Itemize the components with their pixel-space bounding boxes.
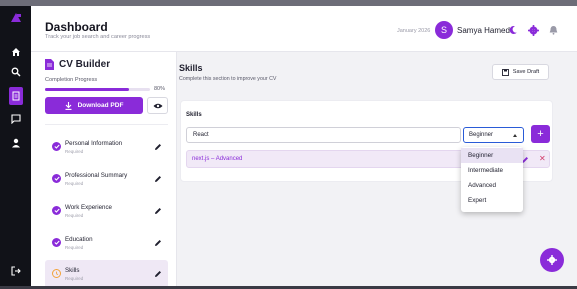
download-pdf-label: Download PDF bbox=[77, 102, 124, 109]
step-label: Personal Information bbox=[65, 140, 123, 147]
pencil-icon[interactable] bbox=[154, 175, 162, 183]
check-icon bbox=[52, 206, 61, 215]
step-label: Skills bbox=[65, 267, 80, 274]
logout-icon[interactable] bbox=[0, 262, 31, 280]
completion-percent: 80% bbox=[154, 86, 166, 92]
page-title: Dashboard bbox=[45, 20, 108, 34]
check-icon bbox=[52, 174, 61, 183]
moon-icon[interactable] bbox=[507, 24, 519, 36]
page-subtitle: Track your job search and career progres… bbox=[45, 34, 151, 40]
completion-progress-bar bbox=[45, 88, 150, 91]
cv-builder-label: CV Builder bbox=[59, 59, 111, 70]
home-icon[interactable] bbox=[0, 43, 31, 61]
skill-input[interactable]: React bbox=[186, 127, 461, 143]
level-option-intermediate[interactable]: Intermediate bbox=[461, 163, 523, 178]
step-status: Required bbox=[65, 181, 84, 186]
pencil-icon[interactable] bbox=[154, 239, 162, 247]
date-label: January 2026 bbox=[397, 28, 431, 34]
download-pdf-button[interactable]: Download PDF bbox=[45, 97, 143, 114]
level-select-value: Beginner bbox=[469, 132, 494, 138]
step-status: Required bbox=[65, 213, 84, 218]
search-icon[interactable] bbox=[0, 63, 31, 81]
eye-icon bbox=[153, 103, 162, 108]
pencil-icon[interactable] bbox=[154, 207, 162, 215]
level-option-advanced[interactable]: Advanced bbox=[461, 178, 523, 193]
page-header: Dashboard Track your job search and care… bbox=[31, 6, 577, 52]
user-icon[interactable] bbox=[0, 134, 31, 152]
user-name[interactable]: Samya Hamed bbox=[457, 26, 510, 35]
level-option-expert[interactable]: Expert bbox=[461, 193, 523, 208]
pencil-icon[interactable] bbox=[154, 143, 162, 151]
step-status: Required bbox=[65, 245, 84, 250]
delete-icon[interactable]: ✕ bbox=[539, 154, 546, 163]
skill-level: Advanced bbox=[215, 156, 243, 162]
document-icon bbox=[45, 59, 54, 70]
bell-icon[interactable] bbox=[547, 24, 559, 36]
section-subtitle: Complete this section to improve your CV bbox=[179, 76, 277, 82]
step-personal-information[interactable]: Personal Information Required bbox=[45, 133, 168, 161]
skill-name: next.js bbox=[192, 156, 210, 162]
step-label: Professional Summary bbox=[65, 172, 128, 179]
chat-icon[interactable] bbox=[0, 110, 31, 128]
cv-builder-panel: CV Builder Completion Progress 80% Downl… bbox=[31, 52, 177, 288]
level-select[interactable]: Beginner bbox=[463, 127, 524, 143]
settings-fab[interactable] bbox=[540, 248, 564, 272]
skill-entry: next.js – Advanced bbox=[192, 156, 242, 162]
avatar[interactable]: S bbox=[435, 21, 453, 39]
section-title: Skills bbox=[179, 63, 203, 73]
completion-progress-fill bbox=[45, 88, 129, 91]
download-icon bbox=[65, 101, 72, 110]
step-status: Required bbox=[65, 149, 84, 154]
pencil-icon[interactable] bbox=[154, 270, 162, 278]
step-label: Work Experience bbox=[65, 204, 112, 211]
pending-icon bbox=[52, 269, 61, 278]
step-education[interactable]: Education Required bbox=[45, 229, 168, 257]
skills-field-label: Skills bbox=[186, 112, 202, 118]
app-logo-icon[interactable] bbox=[0, 9, 31, 27]
plus-icon: + bbox=[537, 128, 544, 140]
divider bbox=[45, 124, 168, 125]
icon-rail bbox=[0, 6, 31, 286]
cv-builder-title: CV Builder bbox=[45, 59, 110, 70]
step-professional-summary[interactable]: Professional Summary Required bbox=[45, 165, 168, 193]
step-status: Required bbox=[65, 276, 84, 281]
level-option-beginner[interactable]: Beginner bbox=[461, 148, 523, 163]
preview-button[interactable] bbox=[147, 97, 168, 114]
settings-icon[interactable] bbox=[527, 24, 539, 36]
chevron-up-icon bbox=[513, 134, 517, 137]
save-icon bbox=[501, 68, 509, 76]
gear-icon bbox=[547, 255, 557, 265]
document-icon[interactable] bbox=[9, 87, 23, 105]
step-label: Education bbox=[65, 236, 93, 243]
save-draft-button[interactable]: Save Draft bbox=[492, 64, 549, 80]
completion-label: Completion Progress bbox=[45, 77, 98, 83]
check-icon bbox=[52, 142, 61, 151]
check-icon bbox=[52, 238, 61, 247]
level-dropdown-menu: Beginner Intermediate Advanced Expert bbox=[461, 147, 523, 212]
add-skill-button[interactable]: + bbox=[531, 125, 550, 143]
step-work-experience[interactable]: Work Experience Required bbox=[45, 197, 168, 225]
save-draft-label: Save Draft bbox=[512, 69, 540, 75]
step-skills[interactable]: Skills Required bbox=[45, 260, 168, 288]
